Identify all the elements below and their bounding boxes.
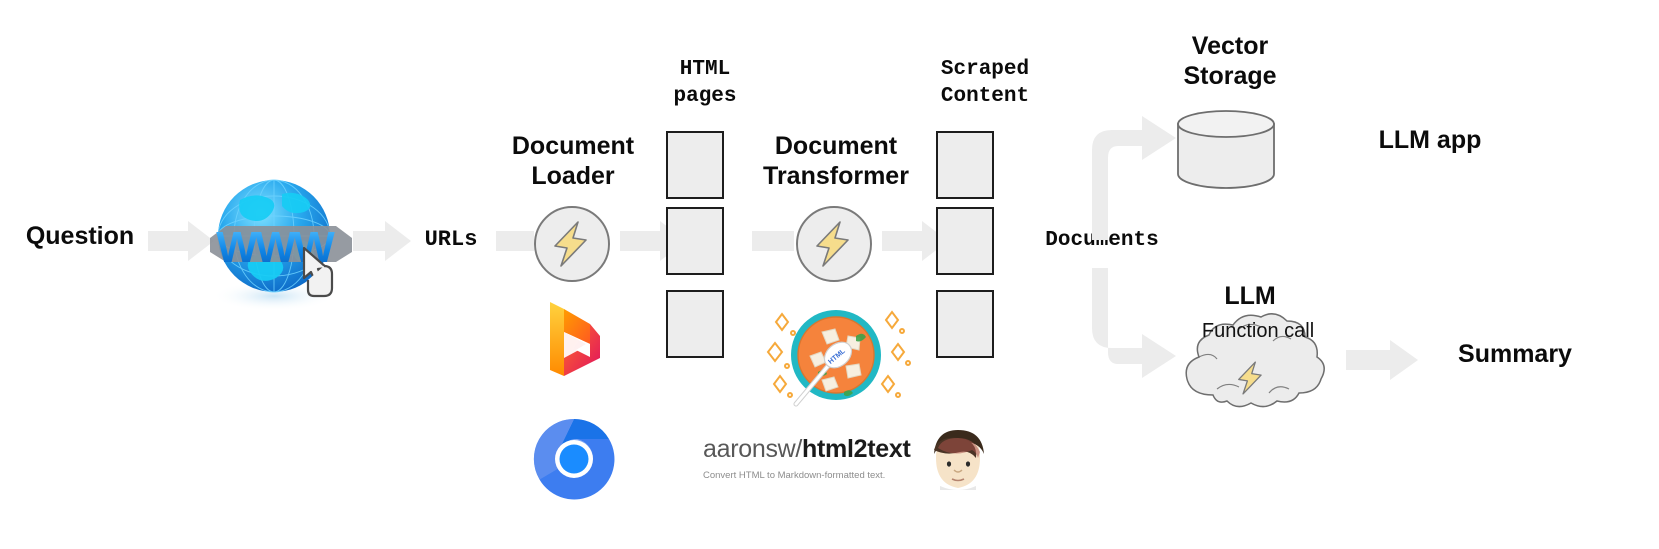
arrow-documents-to-llm: [1092, 268, 1176, 378]
node-label-urls: URLs: [424, 227, 478, 252]
html-page-box: [666, 131, 724, 199]
arrow-llm-to-summary: [1346, 340, 1418, 380]
llm-function-call-label: Function call: [1201, 320, 1315, 342]
arrow-urls-to-loader: [496, 231, 534, 251]
scraped-content-box: [936, 131, 994, 199]
node-label-document-transformer: Document Transformer: [763, 132, 909, 190]
html-page-box: [666, 207, 724, 275]
node-label-vector-storage: Vector Storage: [1183, 32, 1277, 90]
bing-logo: [550, 302, 600, 376]
node-label-question: Question: [25, 222, 135, 250]
node-label-html-pages: HTML pages: [673, 58, 737, 108]
node-label-scraped-content: Scraped Content: [940, 58, 1030, 108]
document-transformer-icon-circle: [796, 206, 872, 282]
node-label-llm-app: LLM app: [1378, 126, 1482, 154]
globe-www-icon: WWW: [210, 179, 352, 311]
lightning-bolt-icon: [554, 221, 587, 267]
lightning-bolt-icon: [816, 221, 849, 267]
arrow-html-pages-to-transformer: [752, 231, 794, 251]
diagram-canvas: Question WWW URLs Document Loader HTML p…: [0, 0, 1659, 549]
document-loader-icon-circle: [534, 206, 610, 282]
html2text-tagline: Convert HTML to Markdown-formatted text.: [703, 470, 886, 481]
html-page-box: [666, 290, 724, 358]
database-cylinder-icon: [1177, 110, 1275, 189]
arrow-documents-to-vector-storage: [1092, 116, 1176, 240]
node-label-summary: Summary: [1458, 340, 1572, 368]
scraped-content-box: [936, 290, 994, 358]
scraped-content-box: [936, 207, 994, 275]
chromium-logo: [533, 418, 615, 500]
aaron-swartz-avatar: [934, 430, 984, 490]
arrow-web-to-urls: [353, 221, 411, 261]
beautifulsoup-logo: HTML: [766, 310, 911, 407]
html2text-title: aaronsw/html2text: [703, 435, 911, 464]
html2text-owner: aaronsw/: [703, 435, 803, 463]
html2text-repo: html2text: [802, 435, 911, 463]
node-label-document-loader: Document Loader: [511, 132, 635, 190]
html2text-logo: aaronsw/html2text Convert HTML to Markdo…: [703, 435, 911, 481]
